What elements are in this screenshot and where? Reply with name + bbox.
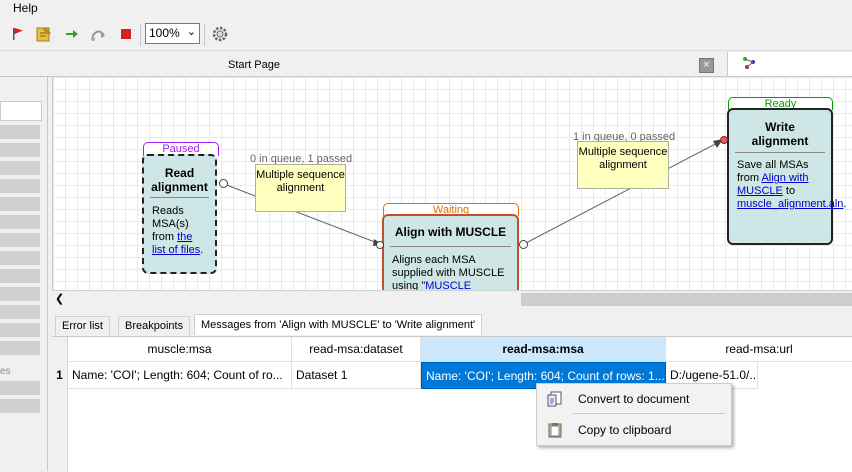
node-divider <box>735 152 825 153</box>
link-note: Multiple sequence alignment <box>255 164 346 212</box>
left-panel-item[interactable] <box>0 143 40 157</box>
node-description: Aligns each MSA supplied with MUSCLE usi… <box>384 254 517 290</box>
left-panel-item[interactable] <box>0 125 40 139</box>
workflow-scene[interactable]: Paused Read alignment Reads MSA(s) from … <box>52 77 852 290</box>
left-panel-item[interactable] <box>0 381 40 395</box>
left-panel-item[interactable] <box>0 251 40 265</box>
left-panel-item[interactable] <box>0 233 40 247</box>
messages-table: 1 muscle:msa read-msa:dataset read-msa:m… <box>52 336 852 472</box>
node-title: Align with MUSCLE <box>394 225 507 239</box>
horizontal-scrollbar[interactable]: ❮ <box>52 290 852 308</box>
link-note: Multiple sequence alignment <box>577 141 669 189</box>
node-description: Reads MSA(s) from the list of files. <box>152 205 204 256</box>
tab-breakpoints[interactable]: Breakpoints <box>118 316 191 335</box>
workflow-icon <box>743 57 755 69</box>
node-divider <box>150 197 209 198</box>
bottom-tabbar: Error list Breakpoints Messages from 'Al… <box>52 314 852 336</box>
table-cell[interactable]: Name: 'COI'; Length: 604; Count of ro... <box>68 362 292 389</box>
table-cell[interactable]: Dataset 1 <box>292 362 421 389</box>
zoom-value: 100% <box>149 26 180 40</box>
column-header[interactable]: read-msa:url <box>666 337 852 362</box>
tab-workflow[interactable] <box>727 52 852 76</box>
left-panel-item[interactable] <box>0 287 40 301</box>
menu-item-label: Copy to clipboard <box>578 423 672 437</box>
menu-item-copy-to-clipboard[interactable]: Copy to clipboard <box>537 417 731 443</box>
output-port[interactable] <box>219 179 228 188</box>
left-panel-fragment: es <box>0 366 11 377</box>
left-panel-input[interactable] <box>0 101 42 121</box>
scrollbar-thumb[interactable] <box>521 293 852 306</box>
node-title: Read alignment <box>151 166 208 194</box>
chevron-left-icon[interactable]: ❮ <box>55 292 64 305</box>
left-panel-item[interactable] <box>0 215 40 229</box>
node-write-alignment[interactable]: Write alignment Save all MSAs from Align… <box>727 108 847 245</box>
tab-start-page[interactable]: Start Page <box>228 59 280 71</box>
validate-icon[interactable] <box>34 24 54 44</box>
input-port[interactable] <box>720 136 728 144</box>
column-header[interactable]: muscle:msa <box>68 337 292 362</box>
close-icon[interactable]: × <box>699 58 714 73</box>
clipboard-icon <box>548 423 562 438</box>
left-panel-item[interactable] <box>0 399 40 413</box>
run-flag-icon[interactable] <box>8 24 28 44</box>
step-over-icon[interactable] <box>88 24 108 44</box>
left-panel-item[interactable] <box>0 197 40 211</box>
zoom-select[interactable]: 100% ⌄ <box>145 23 200 44</box>
input-port[interactable] <box>376 241 384 249</box>
toolbar: 100% ⌄ <box>0 18 852 51</box>
left-panel: es <box>0 77 48 471</box>
left-panel-item[interactable] <box>0 341 40 355</box>
link-output-file[interactable]: muscle_alignment.aln <box>737 198 843 210</box>
toolbar-separator <box>204 24 205 46</box>
node-align-muscle[interactable]: Align with MUSCLE Aligns each MSA suppli… <box>382 214 519 290</box>
node-divider <box>390 246 511 247</box>
left-panel-item[interactable] <box>0 305 40 319</box>
menu-help[interactable]: Help <box>13 1 38 15</box>
output-port[interactable] <box>519 240 528 249</box>
menu-item-convert-to-document[interactable]: Convert to document <box>537 386 731 412</box>
settings-gear-icon[interactable] <box>210 24 230 44</box>
left-panel-item[interactable] <box>0 269 40 283</box>
row-index[interactable]: 1 <box>52 362 67 389</box>
column-header-selected[interactable]: read-msa:msa <box>421 337 666 362</box>
next-step-icon[interactable] <box>62 24 82 44</box>
tab-error-list[interactable]: Error list <box>55 316 110 335</box>
left-panel-item[interactable] <box>0 179 40 193</box>
tab-messages[interactable]: Messages from 'Align with MUSCLE' to 'Wr… <box>194 314 483 335</box>
document-tabbar: Start Page × <box>0 52 852 77</box>
row-header-column: 1 <box>52 337 68 472</box>
toolbar-separator <box>140 24 141 46</box>
left-panel-item[interactable] <box>0 323 40 337</box>
node-read-alignment[interactable]: Read alignment Reads MSA(s) from the lis… <box>142 154 217 274</box>
context-menu: Convert to document Copy to clipboard <box>536 383 732 446</box>
menu-item-label: Convert to document <box>578 392 690 406</box>
convert-document-icon <box>547 391 562 407</box>
chevron-down-icon: ⌄ <box>186 26 196 38</box>
menubar: Help <box>0 0 852 17</box>
node-title: Write alignment <box>751 120 809 148</box>
stop-icon[interactable] <box>116 24 136 44</box>
node-description: Save all MSAs from Align with MUSCLE to … <box>737 159 847 210</box>
left-panel-item[interactable] <box>0 161 40 175</box>
menu-separator <box>573 413 725 414</box>
column-header[interactable]: read-msa:dataset <box>292 337 421 362</box>
